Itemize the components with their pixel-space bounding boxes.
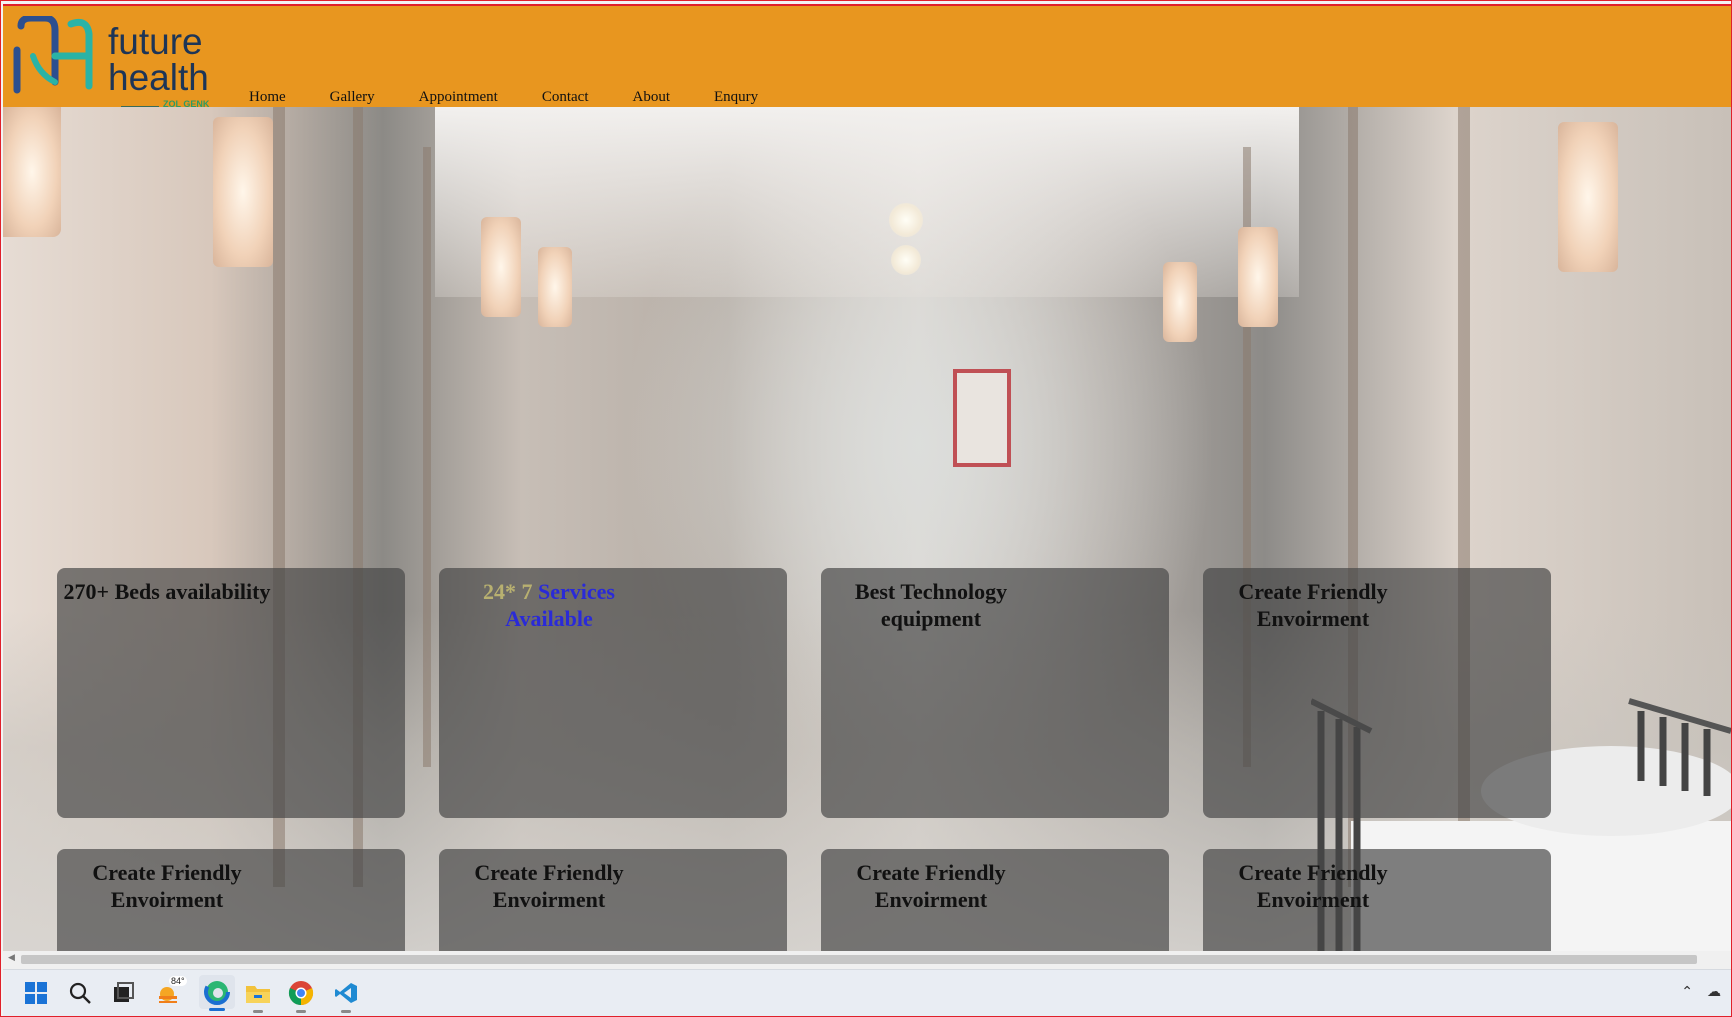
feature-card-environment: Create Friendly Envoirment bbox=[1203, 849, 1551, 951]
feature-card-environment: Create Friendly Envoirment bbox=[1203, 568, 1551, 818]
feature-card-environment: Create Friendly Envoirment bbox=[57, 849, 405, 951]
running-app-indicator bbox=[296, 1010, 306, 1013]
cloud-icon[interactable]: ☁ bbox=[1707, 984, 1721, 1000]
system-tray: ⌃ ☁ bbox=[1681, 984, 1721, 1000]
task-view-icon[interactable] bbox=[110, 980, 136, 1006]
card-title: Create Friendly Envoirment bbox=[474, 860, 624, 912]
active-app-indicator bbox=[209, 1008, 225, 1011]
nav-gallery[interactable]: Gallery bbox=[330, 89, 375, 106]
wall-lamp bbox=[1558, 122, 1618, 272]
nav-home[interactable]: Home bbox=[249, 89, 286, 106]
logo-mark-icon bbox=[13, 16, 93, 94]
weather-temperature: 84° bbox=[169, 976, 187, 986]
chevron-up-icon[interactable]: ⌃ bbox=[1681, 984, 1693, 1000]
card-title: Create Friendly Envoirment bbox=[1238, 579, 1388, 631]
far-door bbox=[953, 369, 1011, 467]
logo-wordmark: future health bbox=[108, 21, 209, 98]
running-app-indicator bbox=[253, 1010, 263, 1013]
search-icon[interactable] bbox=[67, 980, 93, 1006]
windows-start-icon[interactable] bbox=[23, 980, 49, 1006]
horizontal-scrollbar[interactable]: ◀ bbox=[3, 951, 1731, 969]
card-title-part-1: 24* 7 bbox=[483, 579, 533, 604]
wall-lamp bbox=[538, 247, 572, 327]
hero-section: 270+ Beds availability 24* 7 Services Av… bbox=[3, 107, 1731, 951]
feature-card-environment: Create Friendly Envoirment bbox=[439, 849, 787, 951]
card-title: Create Friendly Envoirment bbox=[856, 860, 1006, 912]
edge-browser-icon[interactable] bbox=[199, 975, 235, 1011]
wall-lamp bbox=[3, 107, 61, 237]
logo-line-1: future bbox=[108, 21, 203, 62]
feature-card-services: 24* 7 Services Available bbox=[439, 568, 787, 818]
main-nav: Home Gallery Appointment Contact About E… bbox=[249, 89, 802, 106]
card-title: 270+ Beds availability bbox=[63, 579, 271, 604]
nav-enquiry[interactable]: Enqury bbox=[714, 89, 758, 106]
site-header: future health ZOL GENK Home Gallery Appo… bbox=[3, 4, 1731, 109]
site-logo[interactable]: future health ZOL GENK bbox=[13, 14, 218, 114]
windows-taskbar: 84° ⌃ ☁ bbox=[3, 969, 1731, 1016]
wall-lamp bbox=[481, 217, 521, 317]
browser-viewport: future health ZOL GENK Home Gallery Appo… bbox=[0, 0, 1732, 1017]
ceiling-light bbox=[891, 245, 921, 275]
vscode-icon[interactable] bbox=[333, 980, 359, 1013]
nav-appointment[interactable]: Appointment bbox=[419, 89, 498, 106]
scrollbar-thumb[interactable] bbox=[21, 955, 1697, 964]
file-explorer-icon[interactable] bbox=[245, 980, 271, 1013]
ceiling-light bbox=[889, 203, 923, 237]
wall-lamp bbox=[1163, 262, 1197, 342]
nav-contact[interactable]: Contact bbox=[542, 89, 589, 106]
card-title: Best Technology equipment bbox=[854, 579, 1008, 631]
chrome-icon[interactable] bbox=[288, 980, 314, 1013]
scroll-left-arrow-icon[interactable]: ◀ bbox=[8, 953, 15, 963]
nav-about[interactable]: About bbox=[632, 89, 670, 106]
feature-card-environment: Create Friendly Envoirment bbox=[821, 849, 1169, 951]
running-app-indicator bbox=[341, 1010, 351, 1013]
wall-lamp bbox=[1238, 227, 1278, 327]
card-title: 24* 7 Services Available bbox=[439, 578, 659, 632]
door-frame bbox=[423, 147, 431, 767]
card-title: Create Friendly Envoirment bbox=[1238, 860, 1388, 912]
feature-card-beds: 270+ Beds availability bbox=[57, 568, 405, 818]
wall-lamp bbox=[213, 117, 273, 267]
feature-card-technology: Best Technology equipment bbox=[821, 568, 1169, 818]
card-title: Create Friendly Envoirment bbox=[92, 860, 242, 912]
logo-line-2: health bbox=[108, 57, 209, 98]
